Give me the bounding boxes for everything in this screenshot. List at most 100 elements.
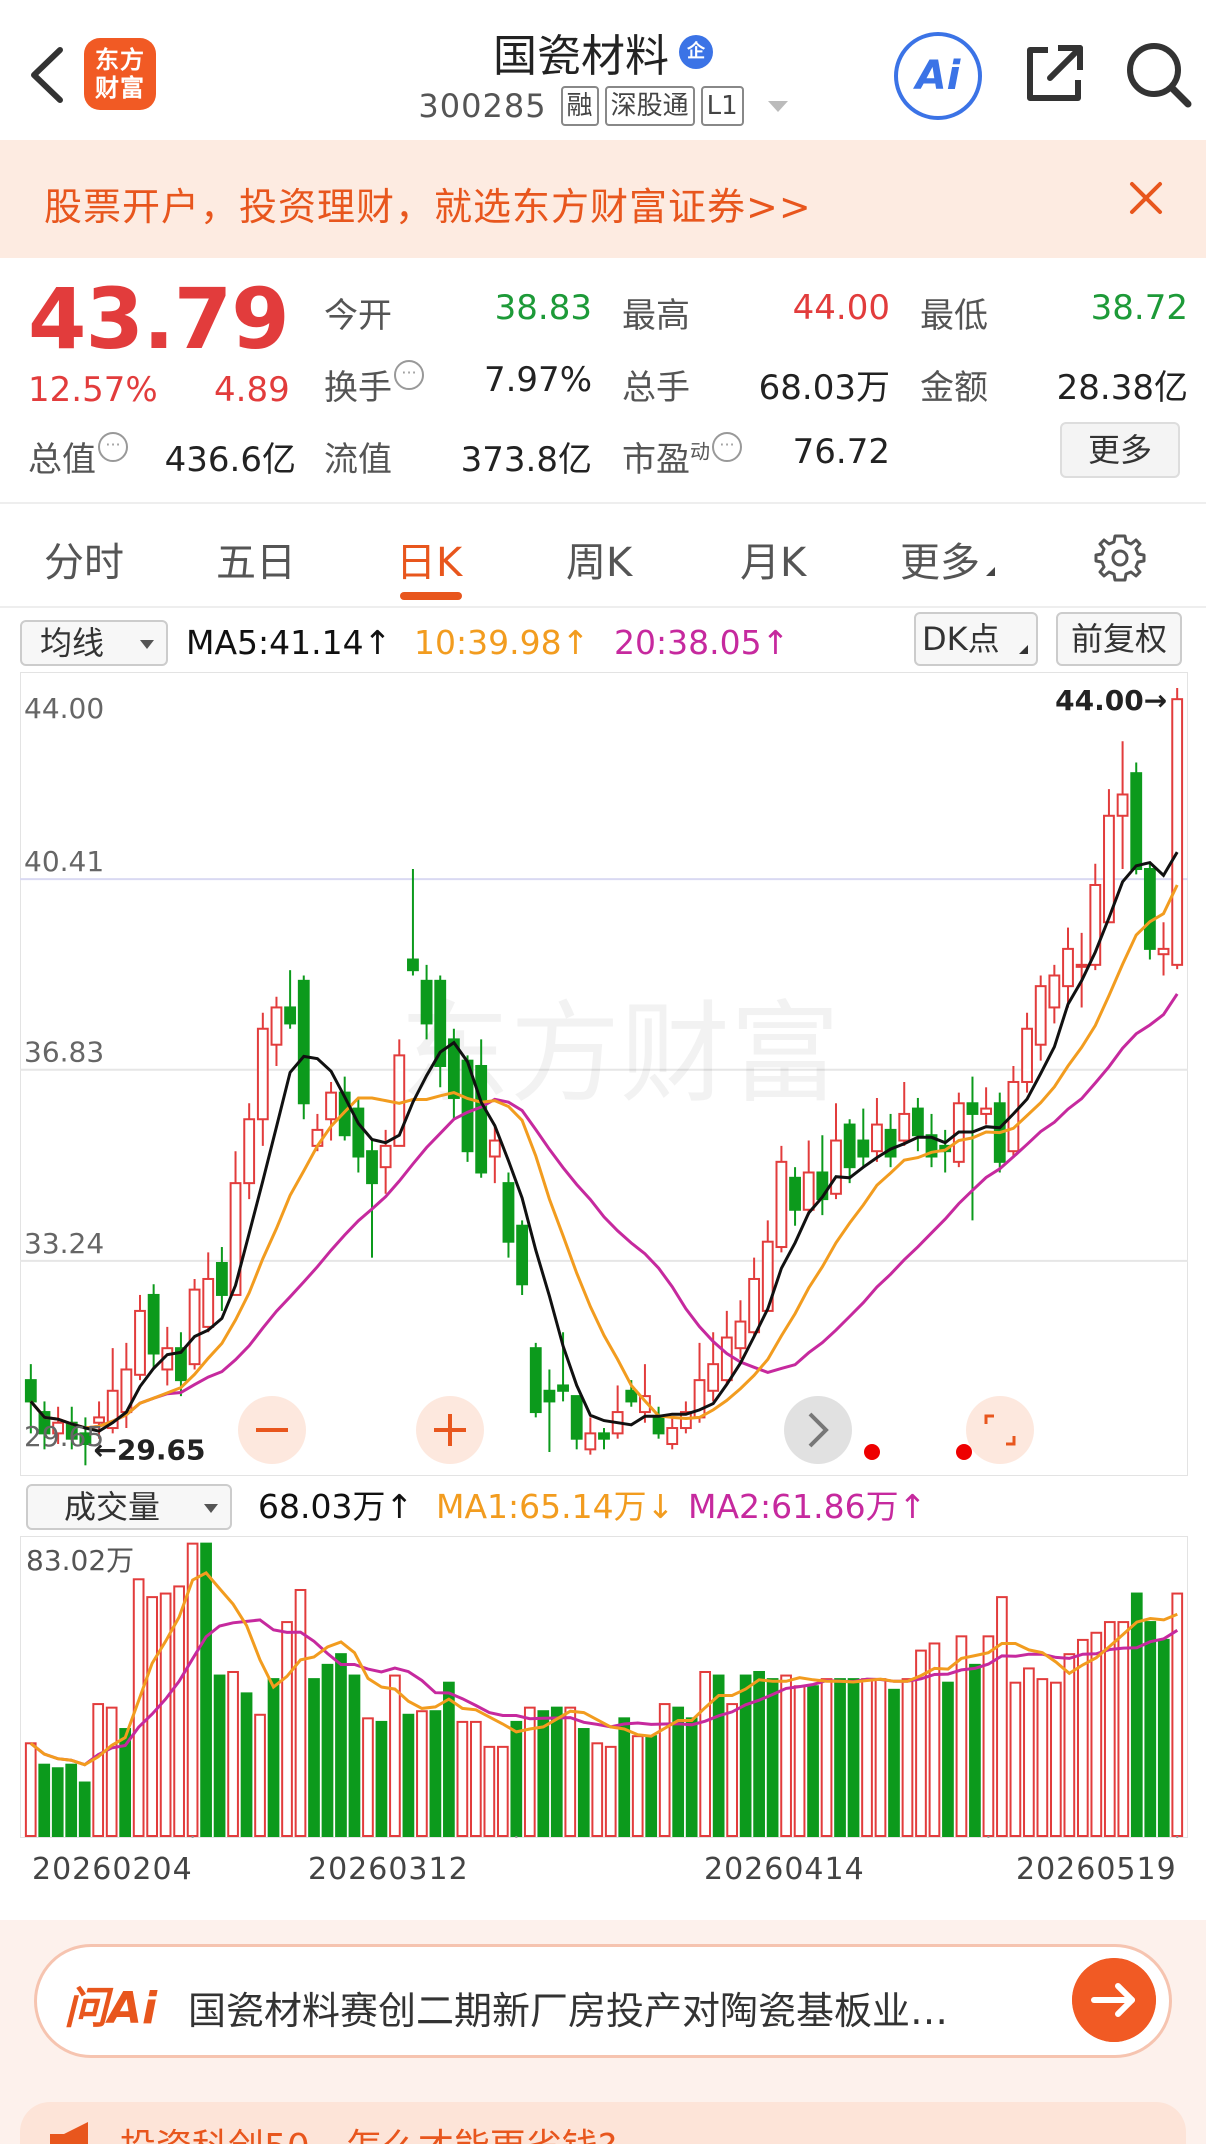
tab-monthly-k[interactable]: 月K <box>740 530 806 588</box>
volume-bar <box>1063 1653 1076 1838</box>
share-icon[interactable] <box>1018 38 1090 110</box>
max-price-label: 44.00→ <box>1055 684 1167 717</box>
volume-bar <box>537 1710 550 1837</box>
info-icon[interactable]: ··· <box>394 360 424 390</box>
volume-bar <box>65 1763 78 1837</box>
volume-ma1: MA1:65.14万↓ <box>436 1487 675 1526</box>
volume-bar <box>699 1670 712 1837</box>
volume-bar <box>685 1717 698 1837</box>
volume-bar <box>969 1663 981 1837</box>
chevron-down-icon[interactable] <box>767 100 788 112</box>
dk-point-button[interactable]: DK点 <box>914 612 1038 666</box>
candle-body <box>1048 974 1061 1009</box>
tab-more[interactable]: 更多 <box>900 530 995 588</box>
volume-chart[interactable]: 83.02万 <box>20 1536 1188 1838</box>
candle-body <box>980 1107 993 1115</box>
dk-point-label: DK点 <box>922 620 1000 658</box>
volume-bar <box>1090 1631 1103 1837</box>
scroll-right-button[interactable] <box>784 1396 852 1464</box>
search-icon[interactable] <box>1122 38 1194 110</box>
volume-bar <box>281 1621 293 1838</box>
candle-body <box>188 1288 201 1366</box>
candle-body <box>147 1293 160 1355</box>
volume-indicator-label: 成交量 <box>64 1488 161 1526</box>
candle-body <box>857 1139 870 1158</box>
volume-bar <box>780 1674 792 1837</box>
ai-assistant-button[interactable]: Ai <box>894 32 982 120</box>
candle-body <box>707 1363 720 1392</box>
tag-connect: 深股通 <box>604 86 695 126</box>
candle-body <box>516 1224 529 1286</box>
candle-body <box>598 1432 610 1440</box>
adjust-mode-button[interactable]: 前复权 <box>1056 612 1182 666</box>
low-value: 38.72 <box>1090 288 1188 328</box>
close-icon[interactable] <box>1126 178 1166 218</box>
volume-bar <box>416 1710 428 1837</box>
candle-body <box>734 1320 747 1350</box>
candle-body <box>1034 985 1047 1046</box>
candle-body <box>502 1182 515 1243</box>
indicator-select[interactable]: 均线 <box>20 620 168 666</box>
volume-bar <box>834 1678 846 1837</box>
candle-body <box>843 1123 856 1169</box>
volume-bar <box>402 1713 415 1837</box>
promo-banner[interactable]: 股票开户，投资理财，就选东方财富证券>> <box>0 140 1206 258</box>
stock-code: 300285 <box>418 87 547 125</box>
volume-ma2: MA2:61.86万↑ <box>688 1487 927 1526</box>
candle-body <box>830 1139 842 1195</box>
volume-bar <box>820 1678 833 1837</box>
date-label: 20260204 <box>32 1852 193 1887</box>
total-value-label: 总值 <box>28 440 96 480</box>
pe-label-wrap: 市盈动 ··· <box>622 432 742 481</box>
volume-bar <box>1117 1621 1130 1838</box>
info-icon[interactable]: ··· <box>712 432 742 462</box>
ai-question-text[interactable]: 国瓷材料赛创二期新厂房投产对陶瓷基板业… <box>188 1980 1028 2035</box>
current-price: 43.79 <box>28 270 290 368</box>
turnover-label: 换手 <box>324 368 392 408</box>
info-icon[interactable]: ··· <box>98 432 128 462</box>
volume-bar <box>726 1703 738 1837</box>
enterprise-badge: 企 <box>679 35 713 69</box>
tab-five-day[interactable]: 五日 <box>216 530 296 588</box>
volume-bar <box>996 1596 1008 1838</box>
tab-daily-k[interactable]: 日K <box>396 530 462 588</box>
chevron-down-icon <box>140 640 154 649</box>
volume-label: 总手 <box>622 368 690 408</box>
candle-body <box>789 1176 801 1211</box>
stock-name: 国瓷材料 <box>493 31 669 82</box>
gear-icon[interactable] <box>1094 532 1146 584</box>
chevron-down-icon <box>204 1504 218 1513</box>
high-label: 最高 <box>622 296 690 336</box>
volume-bar <box>793 1685 806 1837</box>
kline-chart[interactable]: 东方财富 44.0040.4136.8333.2429.6544.00→←29.… <box>20 672 1188 1476</box>
candle-body <box>775 1160 788 1249</box>
tab-intraday[interactable]: 分时 <box>44 530 124 588</box>
megaphone-icon <box>50 2122 88 2144</box>
volume-bar <box>942 1681 954 1837</box>
volume-bar <box>51 1767 64 1838</box>
more-quote-button[interactable]: 更多 <box>1060 422 1180 478</box>
candle-body <box>24 1379 37 1403</box>
candle-body <box>1143 868 1156 950</box>
volume-bar <box>645 1735 658 1838</box>
volume-bar <box>564 1706 577 1837</box>
ask-ai-logo: 问Ai <box>64 1983 158 2034</box>
candle-body <box>297 979 310 1105</box>
candle-body <box>215 1261 228 1296</box>
volume-bar <box>483 1745 496 1837</box>
candle-body <box>420 979 433 1025</box>
volume-bar <box>1023 1667 1035 1837</box>
volume-bar <box>362 1717 374 1837</box>
low-label: 最低 <box>920 296 988 336</box>
volume-bar <box>1130 1592 1143 1837</box>
volume-indicator-select[interactable]: 成交量 <box>26 1484 232 1530</box>
fullscreen-button[interactable] <box>966 1396 1034 1464</box>
min-price-label: ←29.65 <box>93 1433 205 1466</box>
volume-bar <box>240 1692 253 1837</box>
volume-bar <box>38 1763 51 1837</box>
ma5-value: MA5:41.14↑ <box>186 623 392 662</box>
candle-body <box>270 1006 283 1046</box>
volume-bar <box>591 1742 604 1837</box>
tab-weekly-k[interactable]: 周K <box>566 530 632 588</box>
arrow-right-icon[interactable] <box>1072 1958 1156 2042</box>
